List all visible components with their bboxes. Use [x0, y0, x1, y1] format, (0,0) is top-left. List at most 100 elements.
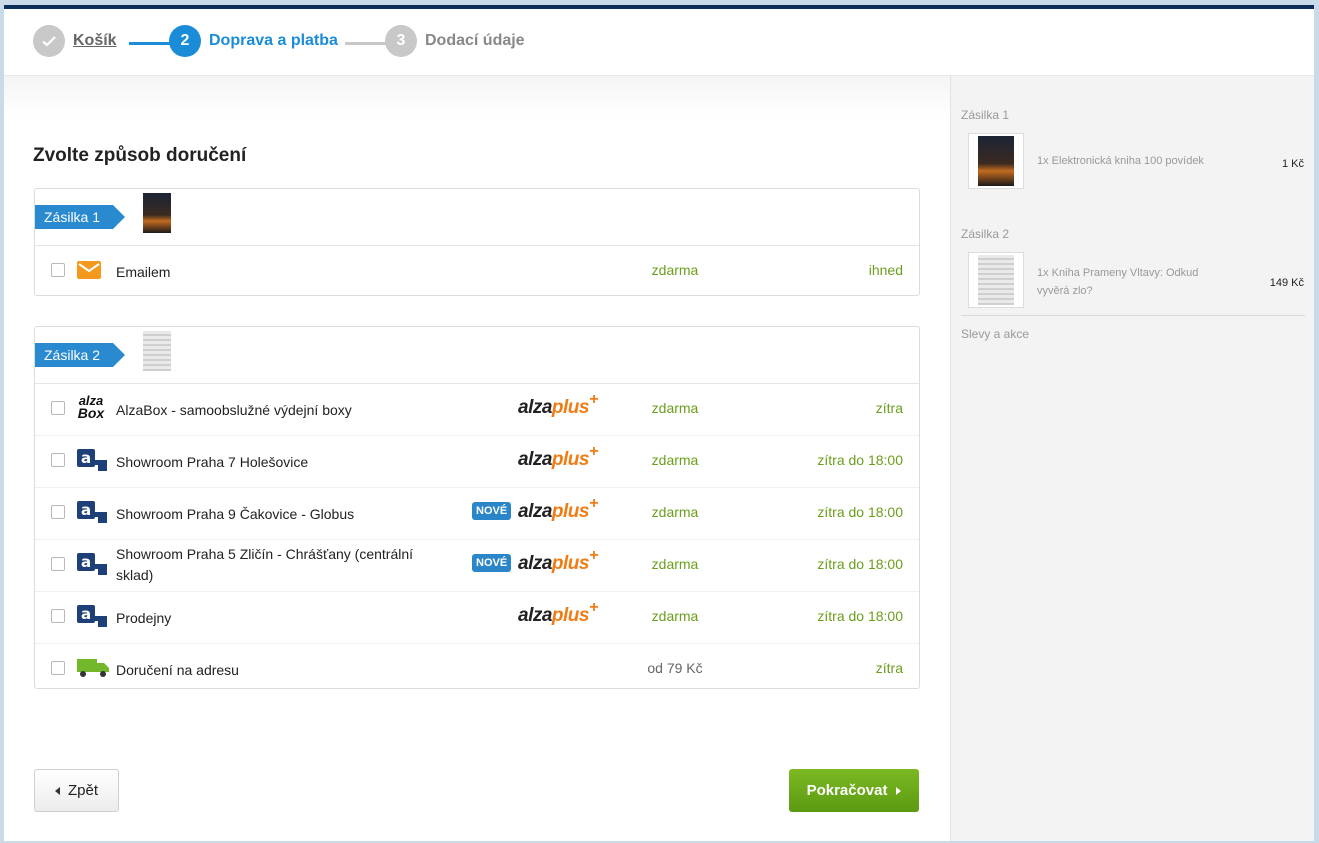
checkout-stepper: Košík 2 Doprava a platba 3 Dodací údaje — [4, 9, 1314, 76]
delivery-option-email[interactable]: Emailem zdarma ihned — [35, 246, 919, 297]
option-checkbox[interactable] — [51, 661, 65, 675]
alzaplus-badge: alzaplus+ — [518, 391, 598, 419]
alzaplus-badge: alzaplus+ — [518, 599, 598, 627]
shipment-group-2: Zásilka 2 alza Box AlzaBox - samoobslužn… — [34, 326, 920, 689]
alzaplus-text: alza — [518, 397, 552, 418]
book-thumbnail — [143, 193, 171, 233]
alzaplus-plus: + — [588, 443, 598, 460]
continue-label: Pokračovat — [806, 782, 888, 799]
svg-text:a: a — [81, 449, 91, 467]
alzaplus-text: plus — [551, 449, 590, 470]
alzaplus-plus: + — [588, 495, 598, 512]
option-delivery-time: zítra do 18:00 — [817, 608, 903, 624]
book-cover — [978, 136, 1014, 186]
option-name: Showroom Praha 5 Zličín - Chrášťany (cen… — [116, 546, 414, 583]
option-delivery-time: zítra do 18:00 — [817, 504, 903, 520]
summary-item-thumbnail[interactable] — [968, 252, 1024, 308]
chevron-right-icon — [896, 786, 902, 795]
alzaplus-text: alza — [518, 501, 552, 522]
continue-button[interactable]: Pokračovat — [789, 769, 919, 812]
step-number: 2 — [169, 25, 201, 57]
alzaplus-text: plus — [551, 501, 590, 522]
chevron-left-icon — [54, 786, 60, 795]
step-shipping-label: Doprava a platba — [209, 32, 338, 49]
delivery-option-address[interactable]: Doručení na adresu od 79 Kč zítra — [35, 644, 919, 695]
email-icon — [76, 257, 106, 283]
option-checkbox[interactable] — [51, 505, 65, 519]
book-cover — [978, 255, 1014, 305]
shipment-header: Zásilka 2 — [35, 327, 919, 384]
option-delivery-time: zítra do 18:00 — [817, 452, 903, 468]
step-delivery-label: Dodací údaje — [425, 32, 525, 49]
option-name: AlzaBox - samoobslužné výdejní boxy — [116, 402, 352, 418]
summary-shipment-label: Zásilka 1 — [961, 108, 1010, 122]
alzaplus-plus: + — [588, 547, 598, 564]
shipment-tag: Zásilka 2 — [35, 343, 125, 367]
alzaplus-badge: alzaplus+ — [518, 495, 598, 523]
alzaplus-text: plus — [551, 605, 590, 626]
alzaplus-plus: + — [588, 599, 598, 616]
showroom-icon: a — [76, 499, 107, 525]
step-connector — [129, 42, 173, 45]
option-checkbox[interactable] — [51, 557, 65, 571]
book-thumbnail — [143, 331, 171, 371]
option-delivery-time: zítra — [875, 400, 903, 416]
option-price: zdarma — [651, 504, 699, 520]
back-button[interactable]: Zpět — [34, 769, 119, 812]
alzaplus-text: alza — [518, 449, 552, 470]
main-content: Zvolte způsob doručení Zásilka 1 Emailem… — [4, 76, 950, 841]
option-price: zdarma — [651, 400, 699, 416]
option-checkbox[interactable] — [51, 453, 65, 467]
checkout-window: Košík 2 Doprava a platba 3 Dodací údaje … — [4, 5, 1314, 841]
new-badge: NOVÉ — [472, 554, 512, 572]
summary-shipment-label: Zásilka 2 — [961, 227, 1010, 241]
delivery-truck-icon — [76, 655, 109, 681]
option-checkbox[interactable] — [51, 609, 65, 623]
shipment-group-1: Zásilka 1 Emailem zdarma ihned — [34, 188, 920, 296]
option-price: zdarma — [651, 556, 699, 572]
delivery-option-showroom-praha-7[interactable]: a Showroom Praha 7 Holešovice alzaplus+ … — [35, 436, 919, 488]
showroom-icon: a — [76, 603, 107, 629]
summary-item-price: 149 Kč — [1269, 277, 1304, 289]
alzabox-icon: alza Box — [76, 394, 106, 421]
delivery-option-alzabox[interactable]: alza Box AlzaBox - samoobslužné výdejní … — [35, 384, 919, 436]
step-connector — [345, 42, 387, 45]
svg-text:a: a — [81, 501, 91, 519]
step-cart-label[interactable]: Košík — [73, 32, 117, 50]
option-price: zdarma — [651, 452, 699, 468]
summary-item-name: 1x Kniha Prameny Vltavy: Odkud vyvěrá zl… — [1037, 267, 1199, 297]
alzaplus-text: alza — [518, 605, 552, 626]
divider — [961, 315, 1305, 316]
back-label: Zpět — [67, 782, 98, 799]
step-cart[interactable]: Košík — [33, 25, 117, 57]
option-delivery-time: ihned — [868, 262, 903, 278]
option-name: Showroom Praha 7 Holešovice — [116, 454, 309, 470]
step-shipping-payment: 2 Doprava a platba — [169, 25, 338, 57]
showroom-icon: a — [76, 447, 107, 473]
option-name: Prodejny — [116, 610, 172, 626]
alzabox-logo-line2: Box — [77, 405, 105, 421]
discounts-link[interactable]: Slevy a akce — [961, 327, 1029, 341]
svg-text:a: a — [81, 553, 91, 571]
delivery-option-prodejny[interactable]: a Prodejny alzaplus+ zdarma zítra do 18:… — [35, 592, 919, 644]
summary-item-price: 1 Kč — [1281, 158, 1304, 170]
svg-text:a: a — [81, 605, 91, 623]
alzaplus-text: alza — [518, 553, 552, 574]
alzaplus-text: plus — [551, 397, 590, 418]
new-badge: NOVÉ — [472, 502, 512, 520]
summary-item-thumbnail[interactable] — [968, 133, 1024, 189]
alzaplus-text: plus — [551, 553, 590, 574]
alzaplus-plus: + — [588, 391, 598, 408]
option-delivery-time: zítra do 18:00 — [817, 556, 903, 572]
delivery-option-showroom-praha-9[interactable]: a Showroom Praha 9 Čakovice - Globus NOV… — [35, 488, 919, 540]
option-checkbox[interactable] — [51, 263, 65, 277]
option-checkbox[interactable] — [51, 401, 65, 415]
summary-item-name: 1x Elektronická kniha 100 povídek — [1037, 155, 1204, 167]
option-price: od 79 Kč — [647, 660, 703, 676]
option-delivery-time: zítra — [875, 660, 903, 676]
delivery-option-showroom-praha-5[interactable]: a Showroom Praha 5 Zličín - Chrášťany (c… — [35, 540, 919, 592]
option-name: Showroom Praha 9 Čakovice - Globus — [116, 506, 355, 522]
shipment-header: Zásilka 1 — [35, 189, 919, 246]
option-price: zdarma — [651, 262, 699, 278]
option-name: Doručení na adresu — [116, 662, 239, 678]
